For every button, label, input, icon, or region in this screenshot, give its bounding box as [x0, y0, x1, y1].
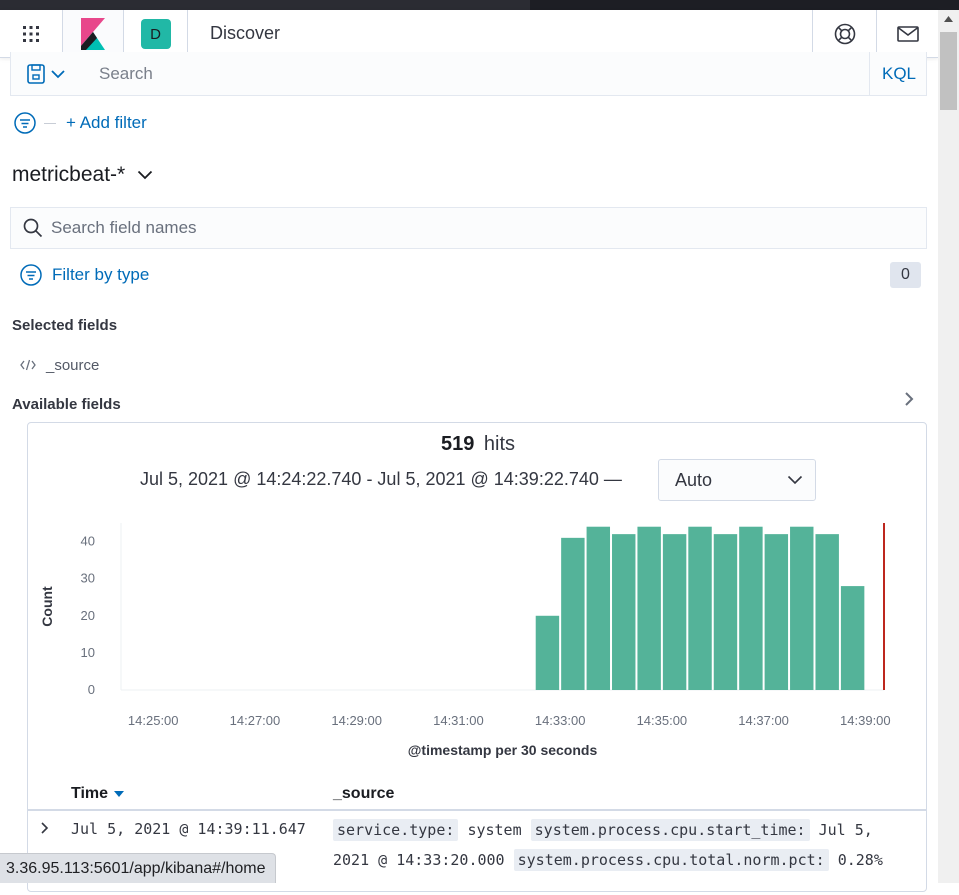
y-tick-label: 0 — [88, 682, 95, 697]
chevron-down-icon — [51, 69, 65, 78]
kibana-logo-icon — [81, 18, 105, 50]
source-field-value: 0.28% — [837, 851, 883, 869]
chevron-down-icon — [138, 170, 153, 180]
y-tick-label: 20 — [81, 608, 95, 623]
browser-top-strip — [0, 0, 959, 10]
row-source: service.type: system system.process.cpu.… — [333, 815, 913, 875]
results-table-header: Time _source — [28, 779, 926, 811]
source-field-key: system.process.cpu.start_time: — [530, 819, 810, 841]
results-panel: 519 hits Jul 5, 2021 @ 14:24:22.740 - Ju… — [27, 422, 927, 892]
available-fields-title: Available fields — [12, 396, 121, 413]
query-bar: KQL — [10, 52, 927, 96]
histogram-bar — [790, 526, 814, 690]
filter-icon — [20, 264, 42, 286]
histogram-bar — [840, 586, 865, 690]
histogram-bar — [637, 526, 661, 690]
filter-row: + Add filter — [14, 110, 147, 136]
histogram-bar — [764, 534, 789, 690]
mail-icon — [896, 26, 919, 42]
index-pattern-selector[interactable]: metricbeat-* — [12, 160, 153, 190]
help-menu-button[interactable] — [812, 10, 876, 58]
filter-by-type-label: Filter by type — [52, 265, 150, 284]
source-field-value: system — [467, 821, 522, 839]
x-tick-label: 14:31:00 — [433, 713, 484, 728]
hits-number: 519 — [440, 433, 475, 455]
row-timestamp: Jul 5, 2021 @ 14:39:11.647 — [71, 820, 306, 838]
histogram-bar — [713, 534, 738, 690]
scroll-up-arrow-icon[interactable] — [938, 10, 959, 28]
interval-value: Auto — [675, 469, 713, 490]
y-tick-label: 10 — [81, 645, 95, 660]
histogram-bar — [815, 534, 839, 690]
field-search-input[interactable] — [51, 218, 871, 238]
x-tick-label: 14:37:00 — [738, 713, 789, 728]
time-range-text: Jul 5, 2021 @ 14:24:22.740 - Jul 5, 2021… — [140, 469, 622, 489]
hits-label: hits — [483, 433, 516, 455]
sort-descending-icon[interactable] — [114, 791, 125, 797]
source-column-header: _source — [333, 785, 395, 802]
selected-fields-title: Selected fields — [12, 317, 118, 334]
y-axis-title: Count — [39, 586, 55, 627]
x-axis-title: @timestamp per 30 seconds — [408, 742, 598, 758]
apps-menu-button[interactable] — [0, 10, 62, 58]
space-selector-button[interactable]: D — [124, 10, 188, 58]
y-tick-label: 30 — [81, 571, 95, 586]
saved-query-icon — [27, 64, 45, 84]
y-tick-label: 40 — [81, 534, 95, 549]
x-tick-label: 14:29:00 — [331, 713, 382, 728]
index-pattern-name: metricbeat-* — [12, 163, 126, 186]
histogram-bar — [535, 615, 560, 690]
histogram-bar — [561, 537, 585, 690]
histogram-bar — [739, 526, 763, 690]
apps-grid-icon — [23, 26, 39, 42]
kibana-home-button[interactable] — [62, 10, 124, 58]
source-field-key: service.type: — [333, 819, 459, 841]
x-tick-label: 14:25:00 — [128, 713, 179, 728]
time-column-header[interactable]: Time — [71, 779, 125, 809]
time-column-label: Time — [71, 785, 109, 802]
x-tick-label: 14:33:00 — [535, 713, 586, 728]
chevron-right-icon[interactable] — [902, 390, 916, 408]
selected-field-source[interactable]: _source — [20, 354, 99, 376]
add-filter-button[interactable]: + Add filter — [66, 113, 147, 133]
hits-count: 519 hits — [28, 433, 928, 456]
chevron-down-icon — [787, 475, 803, 485]
filter-options-icon[interactable] — [14, 112, 36, 134]
histogram-chart[interactable]: 0 10 20 30 40 14:25:00 14:27:00 14:29:00 14:31:0… — [28, 513, 926, 773]
scroll-thumb[interactable] — [940, 32, 957, 110]
expand-row-icon[interactable] — [40, 821, 50, 835]
histogram-bar — [662, 534, 687, 690]
field-name: _source — [46, 356, 100, 374]
filter-by-type-button[interactable]: Filter by type — [20, 262, 149, 288]
code-field-type-icon — [20, 359, 36, 371]
space-avatar: D — [140, 19, 171, 49]
newsfeed-button[interactable] — [876, 10, 938, 58]
x-tick-label: 14:39:00 — [840, 713, 891, 728]
saved-query-button[interactable] — [11, 52, 81, 96]
filter-divider — [44, 122, 56, 124]
histogram-bar — [586, 526, 611, 690]
page-scrollbar[interactable] — [938, 10, 959, 883]
interval-select[interactable]: Auto — [658, 459, 816, 501]
help-lifebuoy-icon — [834, 23, 855, 45]
histogram-bar — [688, 526, 712, 690]
kibana-header: D Discover — [0, 10, 938, 58]
page-title: Discover — [210, 23, 281, 43]
query-language-button[interactable]: KQL — [869, 52, 928, 96]
x-tick-label: 14:35:00 — [637, 713, 688, 728]
browser-status-url: 3.36.95.113:5601/app/kibana#/home — [0, 853, 277, 883]
query-search-input[interactable] — [87, 52, 867, 96]
histogram-bar — [612, 534, 636, 690]
field-search-box — [10, 207, 927, 249]
x-tick-label: 14:27:00 — [230, 713, 281, 728]
filter-count-badge: 0 — [890, 262, 921, 288]
source-field-key: system.process.cpu.total.norm.pct: — [513, 849, 829, 871]
search-icon — [23, 218, 43, 238]
